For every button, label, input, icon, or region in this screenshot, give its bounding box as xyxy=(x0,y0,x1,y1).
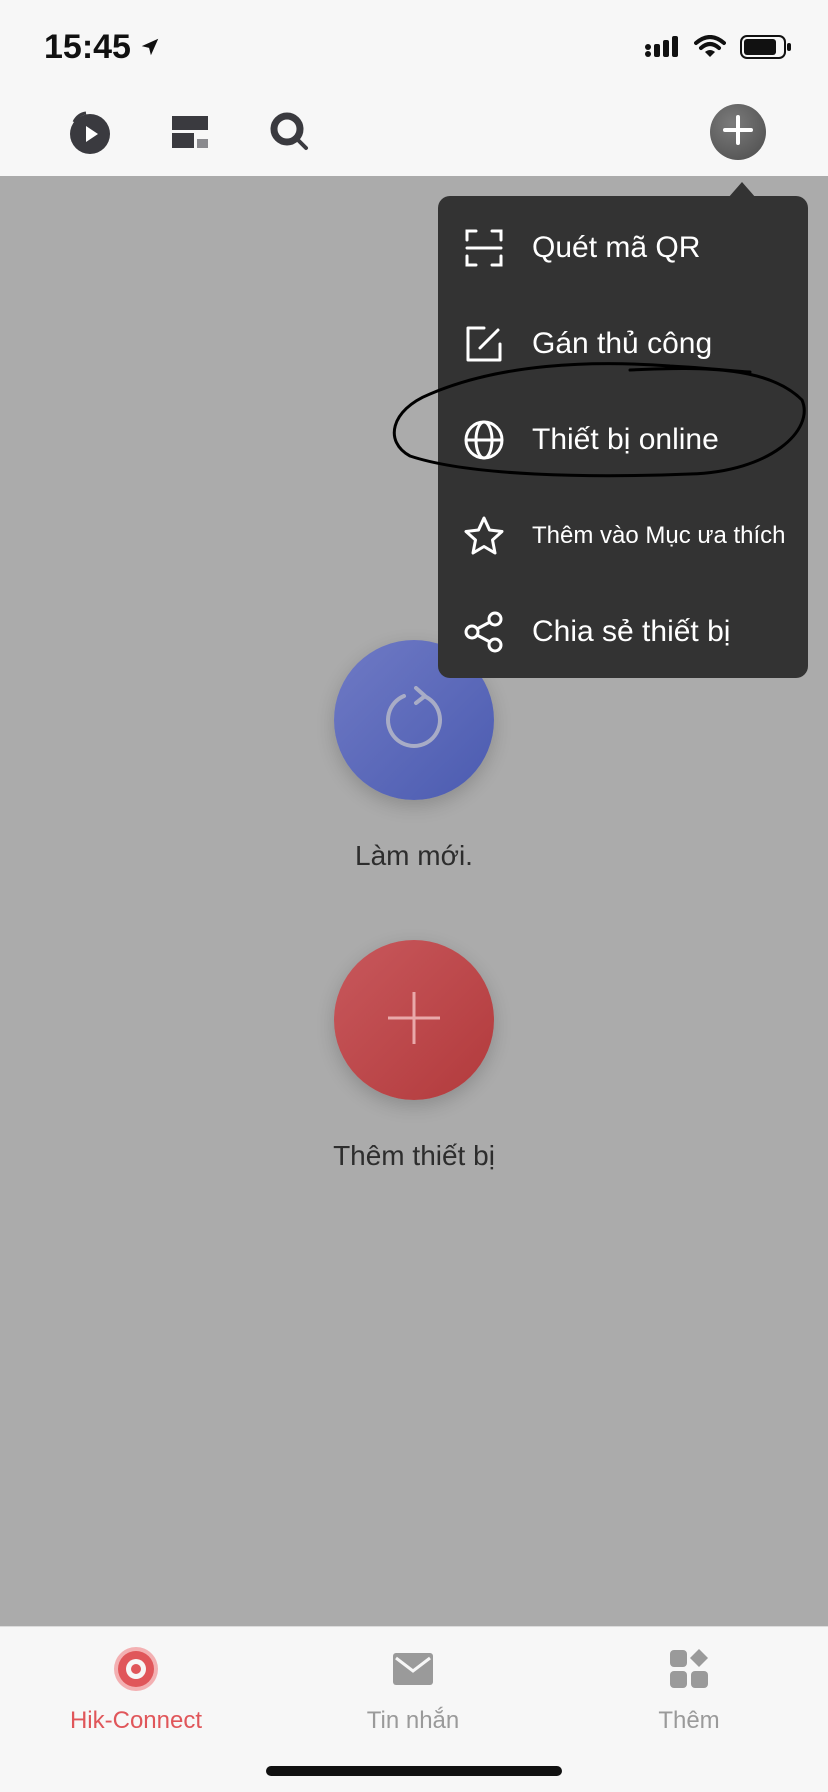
tab-label: Hik-Connect xyxy=(69,1707,203,1734)
playback-button[interactable] xyxy=(62,106,118,162)
search-button[interactable] xyxy=(262,106,318,162)
menu-item-label: Thiết bị online xyxy=(532,423,719,456)
tab-messages[interactable]: Tin nhắn xyxy=(313,1641,513,1735)
home-indicator xyxy=(266,1766,562,1776)
wifi-icon xyxy=(694,35,726,64)
menu-item-share-device[interactable]: Chia sẻ thiết bị xyxy=(438,584,808,680)
cellular-signal-icon xyxy=(644,35,680,64)
layout-grid-icon xyxy=(168,110,212,159)
refresh-icon xyxy=(382,685,446,755)
add-menu-button[interactable] xyxy=(710,104,766,160)
star-icon xyxy=(462,514,506,558)
add-plus-icon xyxy=(386,990,442,1051)
tab-hik-connect[interactable]: Hik-Connect xyxy=(36,1641,236,1735)
layout-button[interactable] xyxy=(162,106,218,162)
status-bar: 15:45 xyxy=(0,0,828,92)
add-device-action: Thêm thiết bị xyxy=(0,940,828,1172)
tab-more[interactable]: Thêm xyxy=(589,1641,789,1735)
hik-connect-icon xyxy=(108,1641,164,1697)
menu-item-manual-add[interactable]: Gán thủ công xyxy=(438,296,808,392)
menu-item-label: Chia sẻ thiết bị xyxy=(532,615,731,648)
location-arrow-icon xyxy=(139,28,161,67)
refresh-label: Làm mới. xyxy=(355,840,473,871)
menu-item-online-device[interactable]: Thiết bị online xyxy=(438,392,808,488)
add-menu-popover: Quét mã QR Gán thủ công Thiết bị online … xyxy=(438,196,808,678)
add-device-label: Thêm thiết bị xyxy=(333,1140,495,1171)
menu-item-add-favorite[interactable]: Thêm vào Mục ưa thích xyxy=(438,488,808,584)
status-clock: 15:45 xyxy=(44,28,161,67)
menu-item-label: Thêm vào Mục ưa thích xyxy=(532,522,786,549)
status-time: 15:45 xyxy=(44,28,131,66)
globe-icon xyxy=(462,418,506,462)
menu-item-label: Quét mã QR xyxy=(532,231,701,264)
menu-item-scan-qr[interactable]: Quét mã QR xyxy=(438,200,808,296)
search-icon xyxy=(268,110,312,159)
edit-icon xyxy=(462,322,506,366)
qr-scan-icon xyxy=(462,226,506,270)
top-toolbar xyxy=(0,92,828,176)
add-device-button[interactable] xyxy=(334,940,494,1100)
menu-item-label: Gán thủ công xyxy=(532,327,713,360)
status-icons xyxy=(644,34,792,65)
share-icon xyxy=(462,610,506,654)
mail-icon xyxy=(385,1641,441,1697)
plus-icon xyxy=(722,114,754,151)
battery-icon xyxy=(740,34,792,65)
playback-icon xyxy=(66,108,114,161)
tab-label: Tin nhắn xyxy=(366,1707,460,1734)
tab-label: Thêm xyxy=(658,1707,720,1734)
apps-icon xyxy=(661,1641,717,1697)
